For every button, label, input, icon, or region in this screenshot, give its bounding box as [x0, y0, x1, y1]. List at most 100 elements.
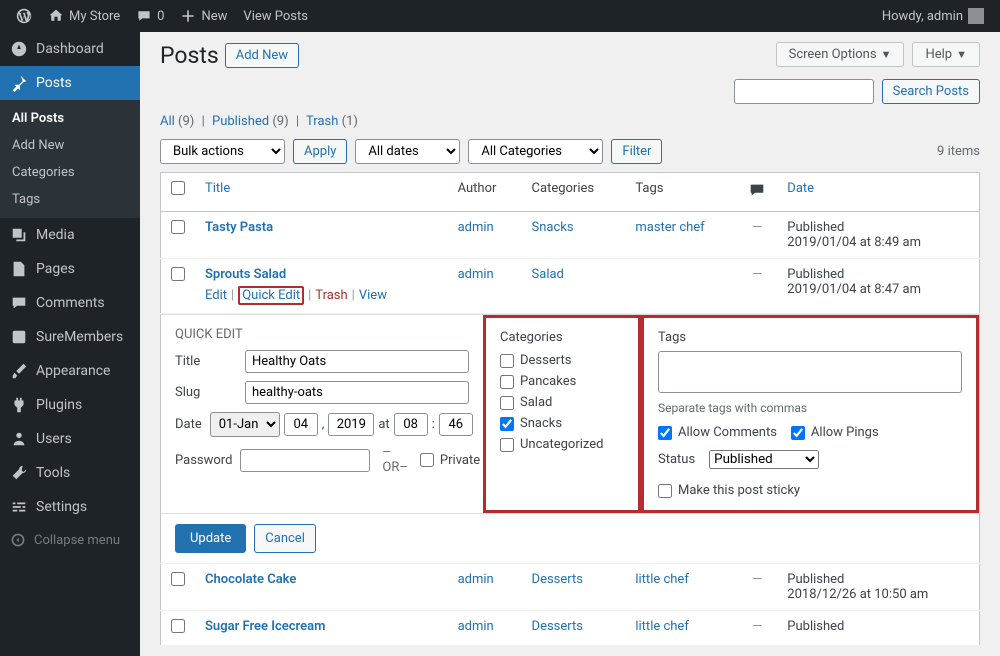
col-date[interactable]: Date — [777, 173, 979, 212]
qe-category-item[interactable]: Uncategorized — [500, 437, 624, 452]
select-all-checkbox[interactable] — [171, 181, 185, 195]
search-posts-button[interactable]: Search Posts — [882, 79, 980, 104]
search-input[interactable] — [734, 79, 874, 104]
qe-hour-input[interactable] — [394, 413, 428, 436]
action-trash[interactable]: Trash — [315, 288, 347, 303]
submenu-tags[interactable]: Tags — [0, 186, 140, 213]
filter-trash[interactable]: Trash — [306, 114, 338, 129]
add-new-button[interactable]: Add New — [225, 43, 299, 68]
post-title-link[interactable]: Tasty Pasta — [205, 220, 273, 235]
tag-link[interactable]: master chef — [635, 220, 704, 235]
author-link[interactable]: admin — [458, 267, 494, 282]
row-checkbox[interactable] — [171, 220, 185, 234]
qe-category-checkbox[interactable] — [500, 438, 514, 452]
qe-category-checkbox[interactable] — [500, 354, 514, 368]
qe-category-item[interactable]: Salad — [500, 395, 624, 410]
submenu-add-new[interactable]: Add New — [0, 132, 140, 159]
qe-category-checkbox[interactable] — [500, 417, 514, 431]
view-posts-link[interactable]: View Posts — [235, 0, 316, 32]
bulk-actions-select[interactable]: Bulk actions — [160, 139, 285, 164]
site-name-menu[interactable]: My Store — [40, 0, 128, 32]
post-title-link[interactable]: Sugar Free Icecream — [205, 619, 325, 634]
menu-plugins[interactable]: Plugins — [0, 388, 140, 422]
tag-link[interactable]: little chef — [635, 619, 689, 634]
qe-slug-input[interactable] — [245, 381, 469, 404]
filter-published[interactable]: Published — [212, 114, 269, 129]
filter-button[interactable]: Filter — [611, 139, 662, 164]
new-content-menu[interactable]: New — [172, 0, 235, 32]
howdy-account-menu[interactable]: Howdy, admin — [874, 0, 992, 32]
qe-tags-textarea[interactable] — [658, 351, 962, 393]
action-edit[interactable]: Edit — [205, 288, 227, 303]
menu-posts[interactable]: Posts — [0, 66, 140, 100]
qe-category-item[interactable]: Desserts — [500, 353, 624, 368]
author-link[interactable]: admin — [458, 619, 494, 634]
col-title[interactable]: Title — [195, 173, 448, 212]
categories-filter-select[interactable]: All Categories — [468, 139, 603, 164]
dates-filter-select[interactable]: All dates — [355, 139, 460, 164]
action-view[interactable]: View — [359, 288, 387, 303]
category-link[interactable]: Snacks — [532, 220, 574, 235]
qe-tags-label: Tags — [658, 330, 962, 345]
menu-tools[interactable]: Tools — [0, 456, 140, 490]
plus-icon — [180, 8, 196, 24]
menu-pages[interactable]: Pages — [0, 252, 140, 286]
qe-update-button[interactable]: Update — [175, 524, 246, 553]
qe-category-item[interactable]: Pancakes — [500, 374, 624, 389]
qe-title-label: Title — [175, 354, 237, 369]
qe-categories-label: Categories — [500, 330, 624, 345]
collapse-icon — [10, 532, 26, 548]
apply-bulk-button[interactable]: Apply — [293, 139, 347, 164]
menu-suremembers[interactable]: SureMembers — [0, 320, 140, 354]
post-title-link[interactable]: Chocolate Cake — [205, 572, 296, 587]
col-comments[interactable] — [737, 173, 777, 212]
post-title-link[interactable]: Sprouts Salad — [205, 267, 286, 282]
wp-logo-menu[interactable] — [8, 0, 40, 32]
qe-day-input[interactable] — [284, 413, 318, 436]
help-button[interactable]: Help▼ — [912, 42, 980, 67]
row-checkbox[interactable] — [171, 572, 185, 586]
submenu-all-posts[interactable]: All Posts — [0, 105, 140, 132]
menu-users[interactable]: Users — [0, 422, 140, 456]
menu-comments[interactable]: Comments — [0, 286, 140, 320]
qe-month-select[interactable]: 01-Jan — [210, 412, 280, 437]
qe-allow-comments-checkbox[interactable] — [658, 426, 672, 440]
qe-cancel-button[interactable]: Cancel — [254, 524, 316, 553]
comments-menu[interactable]: 0 — [128, 0, 172, 32]
qe-year-input[interactable] — [328, 413, 374, 436]
collapse-menu[interactable]: Collapse menu — [0, 524, 140, 556]
qe-category-checkbox[interactable] — [500, 396, 514, 410]
home-icon — [48, 8, 64, 24]
tag-link[interactable]: little chef — [635, 572, 689, 587]
menu-dashboard[interactable]: Dashboard — [0, 32, 140, 66]
qe-title-input[interactable] — [245, 350, 469, 373]
action-quick-edit[interactable]: Quick Edit — [242, 288, 300, 303]
qe-tags-help: Separate tags with commas — [658, 401, 962, 415]
category-link[interactable]: Salad — [532, 267, 564, 282]
screen-options-button[interactable]: Screen Options▼ — [776, 42, 905, 67]
filter-all[interactable]: All — [160, 114, 175, 129]
author-link[interactable]: admin — [458, 220, 494, 235]
user-icon — [10, 430, 28, 448]
qe-status-select[interactable]: Published — [709, 450, 819, 469]
row-checkbox[interactable] — [171, 267, 185, 281]
menu-settings[interactable]: Settings — [0, 490, 140, 524]
qe-password-input[interactable] — [240, 449, 370, 472]
qe-allow-pings-checkbox[interactable] — [791, 426, 805, 440]
category-link[interactable]: Desserts — [532, 619, 583, 634]
menu-appearance[interactable]: Appearance — [0, 354, 140, 388]
table-row: Tasty Pasta admin Snacks master chef — P… — [161, 212, 980, 259]
qe-private-checkbox[interactable] — [420, 453, 434, 467]
submenu-categories[interactable]: Categories — [0, 159, 140, 186]
posts-table: Title Author Categories Tags Date Tasty … — [160, 172, 980, 646]
row-checkbox[interactable] — [171, 619, 185, 633]
author-link[interactable]: admin — [458, 572, 494, 587]
comment-count: — — [752, 619, 762, 634]
qe-category-item[interactable]: Snacks — [500, 416, 624, 431]
category-link[interactable]: Desserts — [532, 572, 583, 587]
qe-category-checkbox[interactable] — [500, 375, 514, 389]
media-icon — [10, 226, 28, 244]
qe-sticky-checkbox[interactable] — [658, 484, 672, 498]
qe-minute-input[interactable] — [439, 413, 473, 436]
menu-media[interactable]: Media — [0, 218, 140, 252]
